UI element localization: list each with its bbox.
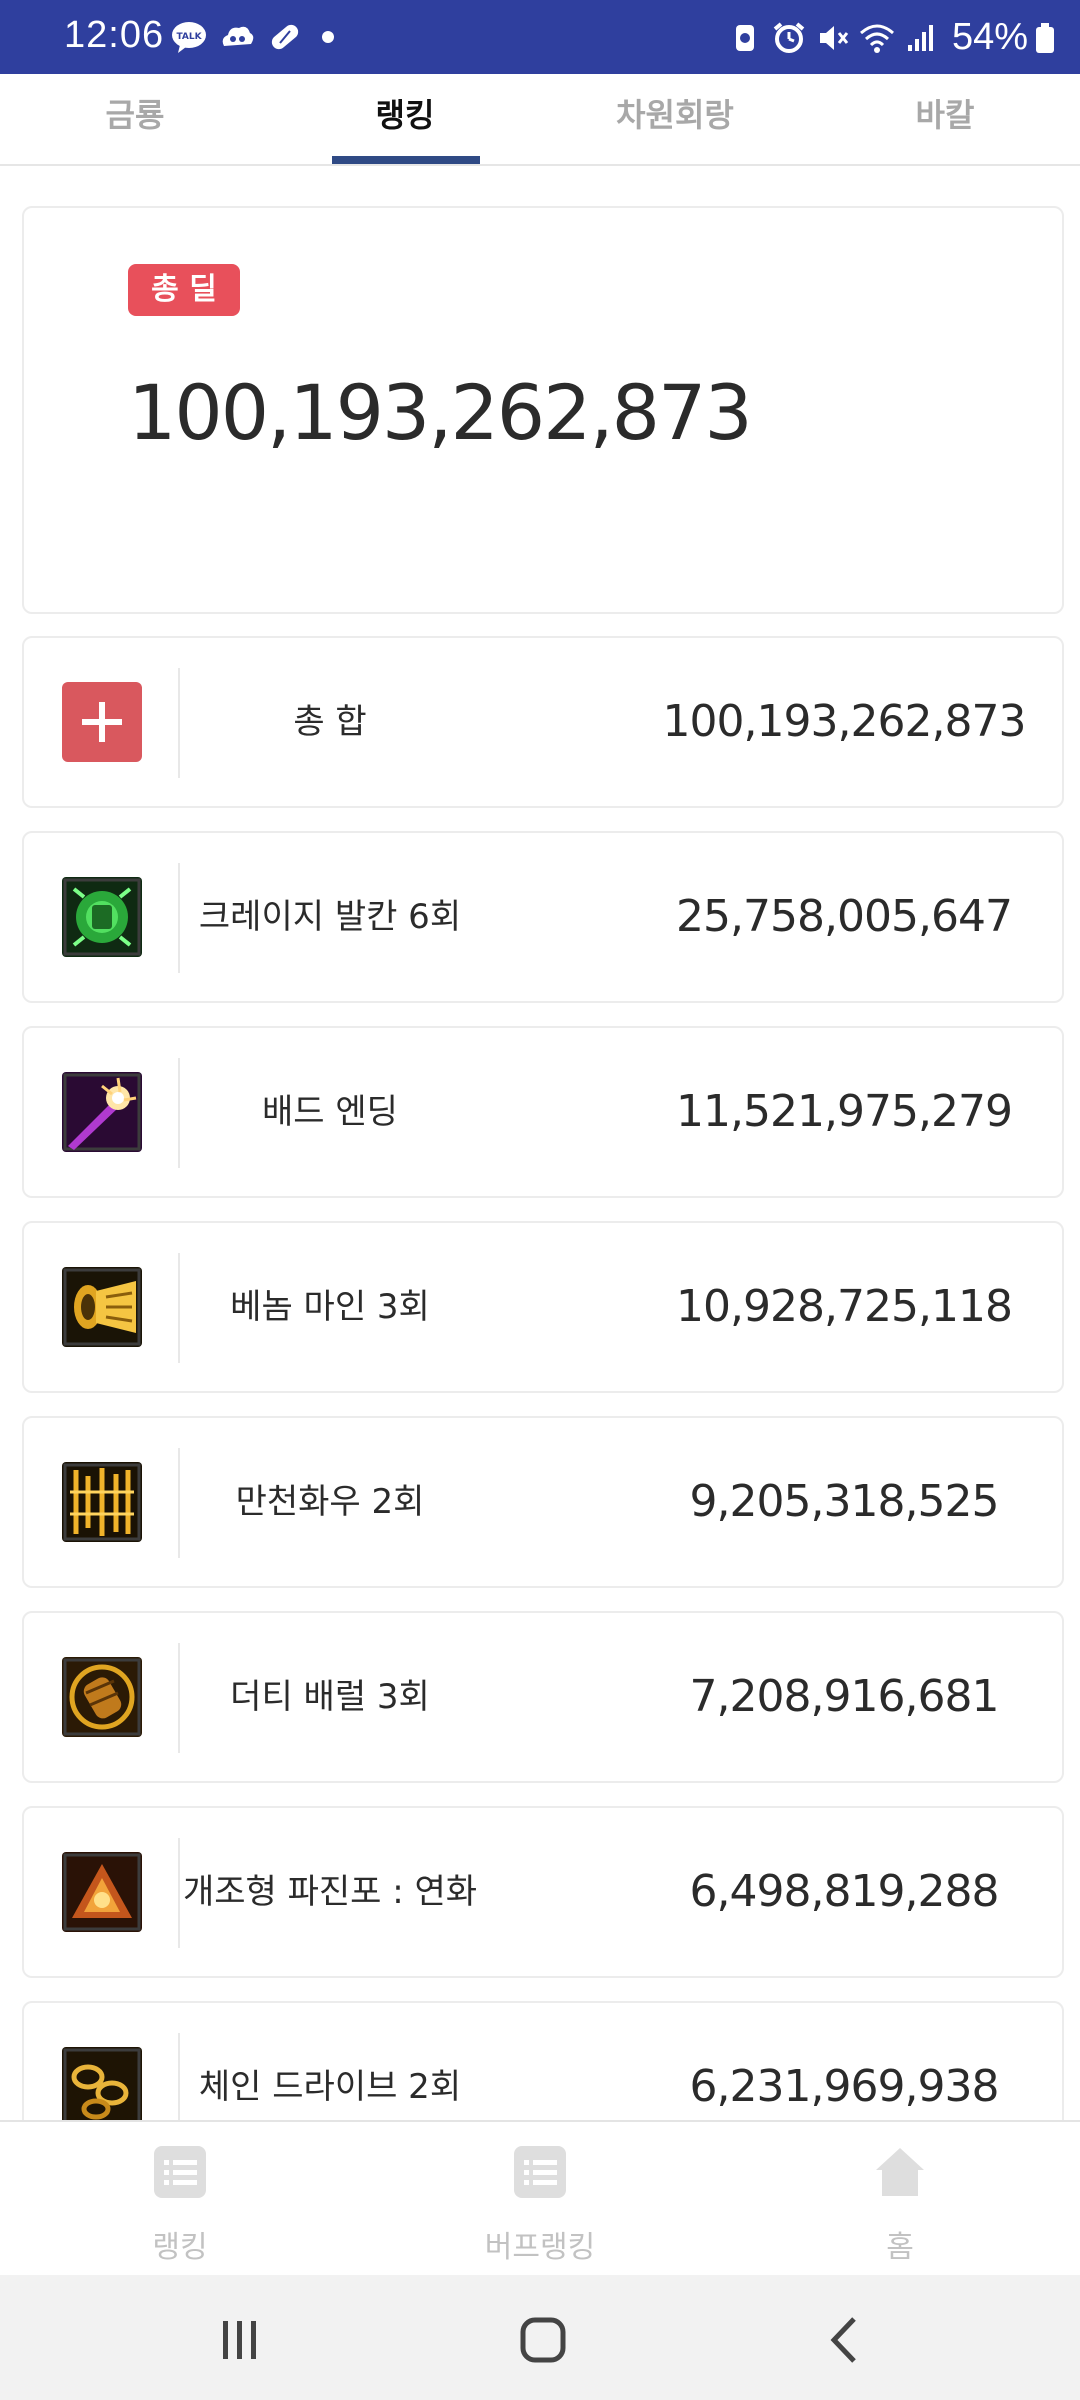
skill-name: 베놈 마인 3회	[230, 1287, 430, 1327]
tab-bakal[interactable]: 바칼	[810, 74, 1080, 164]
skill-damage: 25,758,005,647	[676, 891, 1013, 942]
dirty-barrel-icon	[62, 1657, 142, 1737]
skill-damage: 7,208,916,681	[689, 1671, 1000, 1722]
skill-damage: 10,928,725,118	[676, 1281, 1013, 1332]
recent-apps-icon[interactable]	[205, 2305, 275, 2375]
skill-name: 총 합	[293, 702, 367, 742]
total-damage-badge: 총 딜	[128, 264, 240, 316]
list-icon	[514, 2146, 566, 2198]
crazy-vulcan-icon	[62, 877, 142, 957]
nav-label: 버프랭킹	[484, 2230, 596, 2265]
tab-geumryong[interactable]: 금룡	[0, 74, 270, 164]
talk-icon: TALK	[172, 22, 206, 53]
cloud-icon	[222, 26, 254, 46]
skill-row[interactable]: 크레이지 발칸 6회 25,758,005,647	[22, 831, 1064, 1003]
modified-cannon-icon	[62, 1852, 142, 1932]
nav-home[interactable]: 홈	[780, 2142, 1020, 2266]
mute-icon	[819, 25, 849, 50]
skill-damage: 9,205,318,525	[689, 1476, 1000, 1527]
signal-icon	[907, 24, 933, 51]
total-damage-card: 총 딜 100,193,262,873	[22, 206, 1064, 614]
flower-rain-icon	[62, 1462, 142, 1542]
bottom-nav: 랭킹 버프랭킹 홈	[0, 2120, 1080, 2275]
pill-icon	[271, 24, 299, 50]
skill-damage: 11,521,975,279	[676, 1086, 1013, 1137]
nav-label: 랭킹	[152, 2230, 208, 2265]
skill-row[interactable]: 베놈 마인 3회 10,928,725,118	[22, 1221, 1064, 1393]
skill-name: 만천화우 2회	[235, 1482, 425, 1522]
skill-name: 크레이지 발칸 6회	[198, 897, 462, 937]
skill-row[interactable]: 배드 엔딩 11,521,975,279	[22, 1026, 1064, 1198]
skill-name: 배드 엔딩	[262, 1092, 398, 1132]
nav-buff-ranking[interactable]: 버프랭킹	[420, 2142, 660, 2266]
battery-icon	[1036, 22, 1054, 53]
back-icon[interactable]	[810, 2305, 880, 2375]
skill-name: 개조형 파진포 : 연화	[182, 1872, 478, 1912]
total-damage-value: 100,193,262,873	[128, 368, 753, 457]
battery-percent: 54%	[951, 16, 1028, 58]
skill-row[interactable]: 개조형 파진포 : 연화 6,498,819,288	[22, 1806, 1064, 1978]
notification-icons: TALK	[170, 18, 334, 56]
tab-dimension-corridor[interactable]: 차원회랑	[540, 74, 810, 164]
list-icon	[154, 2146, 206, 2198]
nav-ranking[interactable]: 랭킹	[60, 2142, 300, 2266]
wifi-icon	[859, 24, 894, 53]
skill-name: 더티 배럴 3회	[230, 1677, 430, 1717]
skill-damage: 100,193,262,873	[662, 696, 1027, 747]
tab-active-indicator	[332, 156, 480, 164]
dot-icon	[322, 31, 334, 43]
chain-drive-icon	[62, 2047, 142, 2127]
tab-bar: 금룡 랭킹 차원회랑 바칼	[0, 74, 1080, 166]
skill-row[interactable]: 총 합 100,193,262,873	[22, 636, 1064, 808]
tab-ranking[interactable]: 랭킹	[270, 74, 540, 164]
plus-icon	[62, 682, 142, 762]
nav-label: 홈	[886, 2230, 914, 2265]
home-button-icon[interactable]	[508, 2305, 578, 2375]
skill-row[interactable]: 더티 배럴 3회 7,208,916,681	[22, 1611, 1064, 1783]
system-status-icons: 54%	[726, 16, 1056, 59]
venom-mine-icon	[62, 1267, 142, 1347]
system-nav-bar	[0, 2275, 1080, 2400]
alarm-icon	[773, 21, 805, 53]
status-time: 12:06	[64, 14, 165, 56]
home-icon	[876, 2148, 924, 2196]
skill-damage: 6,498,819,288	[689, 1866, 1000, 1917]
shield-icon	[735, 24, 754, 51]
skill-row[interactable]: 만천화우 2회 9,205,318,525	[22, 1416, 1064, 1588]
svg-text:TALK: TALK	[176, 32, 202, 42]
bad-ending-icon	[62, 1072, 142, 1152]
status-bar: 12:06 TALK 54%	[0, 0, 1080, 74]
